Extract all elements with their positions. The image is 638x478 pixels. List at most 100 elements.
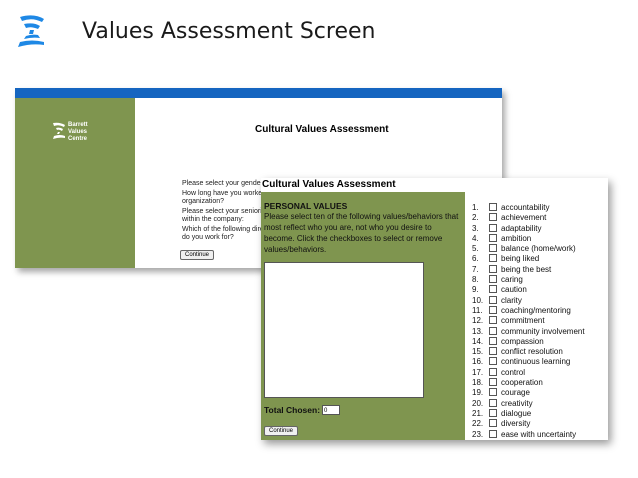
value-number: 6.	[472, 254, 479, 264]
page-heading: Cultural Values Assessment	[255, 124, 389, 135]
value-number: 21.	[472, 408, 484, 418]
value-label: commitment	[501, 316, 545, 326]
value-item: 15. conflict resolution	[472, 347, 608, 357]
value-checkbox[interactable]	[489, 316, 497, 325]
barrett-logo-icon	[18, 15, 44, 47]
value-item: 13. community involvement	[472, 326, 608, 337]
total-chosen-label: Total Chosen:	[264, 405, 320, 415]
value-label: balance (home/work)	[501, 244, 576, 254]
total-chosen-text: Total Chosen:	[264, 405, 321, 415]
value-label: caution	[501, 285, 527, 295]
value-checkbox[interactable]	[489, 336, 497, 345]
value-checkbox[interactable]	[489, 264, 497, 273]
value-checkbox[interactable]	[489, 398, 497, 407]
value-item: 6. being liked	[472, 254, 608, 264]
value-number: 23.	[472, 429, 484, 439]
value-number: 4.	[472, 233, 479, 243]
total-chosen-field: 0	[322, 405, 340, 415]
brand-logo-icon	[53, 122, 65, 139]
value-item: 10. clarity	[472, 295, 608, 306]
value-label: dialogue	[501, 408, 532, 418]
value-number: 17.	[472, 367, 484, 377]
value-number: 14.	[472, 336, 484, 346]
brand-name: Barrett Values Centre	[68, 122, 88, 142]
value-label: diversity	[501, 419, 531, 429]
value-checkbox[interactable]	[489, 305, 497, 314]
continue-button[interactable]: Continue	[180, 250, 215, 260]
value-number: 2.	[472, 213, 479, 223]
value-label: compassion	[501, 336, 544, 346]
value-checkbox[interactable]	[489, 388, 497, 397]
value-checkbox[interactable]	[489, 223, 497, 232]
value-number: 9.	[472, 285, 479, 295]
value-number: 7.	[472, 264, 479, 274]
page-heading: Cultural Values Assessment	[262, 179, 396, 190]
value-label: courage	[501, 388, 530, 398]
value-number: 5.	[472, 244, 479, 254]
value-item: 23. ease with uncertainty	[472, 429, 608, 440]
value-label: community involvement	[501, 326, 585, 336]
value-checkbox[interactable]	[489, 295, 497, 304]
value-label: being the best	[501, 264, 552, 274]
selection-panel: PERSONAL VALUES Please select ten of the…	[261, 192, 465, 440]
value-checkbox[interactable]	[489, 254, 497, 263]
sidebar: Barrett Values Centre	[15, 98, 135, 268]
value-number: 16.	[472, 357, 484, 367]
value-checkbox[interactable]	[489, 378, 497, 387]
value-item: 19. courage	[472, 388, 608, 398]
chosen-values-list[interactable]	[264, 262, 424, 398]
value-label: clarity	[501, 295, 522, 305]
value-item: 16. continuous learning	[472, 357, 608, 367]
value-label: achievement	[501, 213, 547, 223]
value-item: 22. diversity	[472, 419, 608, 429]
value-item: 17. control	[472, 367, 608, 378]
value-item: 7. being the best	[472, 264, 608, 275]
value-label: being liked	[501, 254, 540, 264]
value-item: 14. compassion	[472, 336, 608, 347]
slide-title: Values Assessment Screen	[82, 19, 376, 44]
continue-button[interactable]: Continue	[264, 426, 299, 436]
value-checkbox[interactable]	[489, 233, 497, 242]
value-checkbox[interactable]	[489, 285, 497, 294]
value-checkbox[interactable]	[489, 408, 497, 417]
value-number: 12.	[472, 316, 484, 326]
value-number: 19.	[472, 388, 484, 398]
value-checkbox[interactable]	[489, 203, 497, 211]
personal-values-window: Cultural Values Assessment PERSONAL VALU…	[261, 178, 608, 440]
value-item: 4. ambition	[472, 233, 608, 244]
value-item: 18. cooperation	[472, 378, 608, 388]
value-label: continuous learning	[501, 357, 571, 367]
value-item: 2. achievement	[472, 213, 608, 223]
value-label: ease with uncertainty	[501, 429, 577, 439]
value-item: 9. caution	[472, 285, 608, 295]
value-item: 8. caring	[472, 275, 608, 285]
value-number: 20.	[472, 398, 484, 408]
value-checkbox[interactable]	[489, 326, 497, 335]
value-label: caring	[501, 275, 523, 285]
value-checkbox[interactable]	[489, 367, 497, 376]
value-number: 15.	[472, 347, 484, 357]
section-title: PERSONAL VALUES	[264, 201, 348, 211]
value-checkbox[interactable]	[489, 275, 497, 284]
value-label: cooperation	[501, 378, 543, 388]
value-number: 3.	[472, 223, 479, 233]
value-item: 11. coaching/mentoring	[472, 305, 608, 316]
value-checkbox[interactable]	[489, 419, 497, 428]
value-checkbox[interactable]	[489, 347, 497, 356]
value-number: 1.	[472, 203, 479, 212]
value-item: 12. commitment	[472, 316, 608, 326]
value-label: adaptability	[501, 223, 542, 233]
value-checkbox[interactable]	[489, 244, 497, 253]
value-item: 20. creativity	[472, 398, 608, 409]
window-title-bar	[15, 88, 502, 98]
value-item: 1. accountability	[472, 203, 608, 213]
value-number: 11.	[472, 305, 483, 315]
value-number: 22.	[472, 419, 484, 429]
value-label: accountability	[501, 203, 550, 212]
value-number: 18.	[472, 378, 484, 388]
value-checkbox[interactable]	[489, 213, 497, 222]
value-checkbox[interactable]	[489, 429, 497, 438]
value-item: 5. balance (home/work)	[472, 244, 608, 254]
value-number: 10.	[472, 295, 484, 305]
value-checkbox[interactable]	[489, 357, 497, 366]
